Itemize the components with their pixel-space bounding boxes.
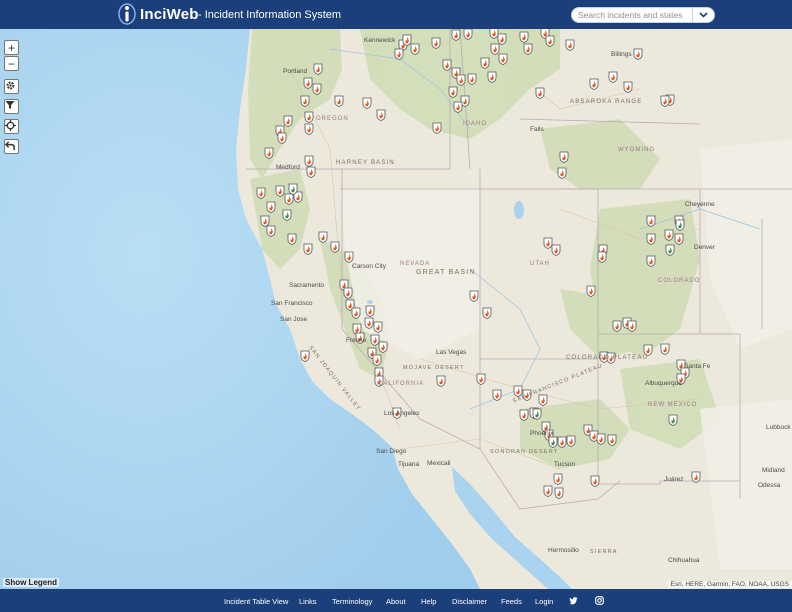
label-sierra: SIERRA xyxy=(590,549,618,555)
label-utah: UTAH xyxy=(530,261,550,267)
footer-link-incident-table[interactable]: Incident Table View xyxy=(224,597,288,606)
crosshair-icon xyxy=(5,120,16,131)
label-midland: Midland xyxy=(762,467,785,474)
label-chihuahua: Chihuahua xyxy=(668,557,700,564)
map-attribution: Esri, HERE, Garmin, FAO, NOAA, USGS xyxy=(667,581,792,588)
label-san-jose: San Jose xyxy=(280,316,308,323)
footer-link-terminology[interactable]: Terminology xyxy=(332,597,372,606)
label-medford: Medford xyxy=(276,164,300,171)
label-california: CALIFORNIA xyxy=(378,381,425,387)
minus-icon: − xyxy=(7,56,15,71)
label-sonoran-desert: SONORAN DESERT xyxy=(490,449,559,455)
reset-view-button[interactable] xyxy=(4,139,19,154)
search-dropdown-button[interactable] xyxy=(692,7,714,23)
label-kennewick: Kennewick xyxy=(364,37,396,44)
show-legend-button[interactable]: Show Legend xyxy=(3,578,59,587)
label-fresno: Fresno xyxy=(346,337,367,344)
label-tucson: Tucson xyxy=(554,461,576,468)
plus-icon: + xyxy=(7,40,15,55)
label-san-francisco: San Francisco xyxy=(271,300,313,307)
brand-tagline: - Incident Information System xyxy=(198,9,342,21)
label-tijuana: Tijuana xyxy=(398,461,420,468)
inciweb-logo-icon[interactable] xyxy=(118,3,136,25)
footer-link-about[interactable]: About xyxy=(386,597,406,606)
instagram-icon[interactable] xyxy=(595,596,604,605)
gear-icon xyxy=(6,81,15,90)
label-oregon: OREGON xyxy=(316,116,349,122)
label-colorado: COLORADO xyxy=(658,278,701,284)
search-box xyxy=(571,7,715,23)
filter-icon xyxy=(5,101,15,109)
label-colorado-plateau: COLORADO PLATEAU xyxy=(566,355,649,361)
label-denver: Denver xyxy=(694,244,715,251)
label-wyoming: WYOMING xyxy=(618,147,655,153)
label-las-vegas: Las Vegas xyxy=(436,349,467,356)
app-footer: Incident Table View Links Terminology Ab… xyxy=(0,589,792,612)
label-san-diego: San Diego xyxy=(376,448,407,455)
zoom-in-button[interactable]: + xyxy=(4,40,19,55)
search-input[interactable] xyxy=(572,8,690,22)
label-odessa: Odessa xyxy=(758,482,781,489)
label-mojave-desert: MOJAVE DESERT xyxy=(403,365,465,371)
footer-link-feeds[interactable]: Feeds xyxy=(501,597,522,606)
chevron-down-icon xyxy=(699,12,708,18)
twitter-icon[interactable] xyxy=(569,596,578,605)
brand-name[interactable]: InciWeb xyxy=(140,6,199,23)
footer-link-disclaimer[interactable]: Disclaimer xyxy=(452,597,487,606)
label-great-basin: GREAT BASIN xyxy=(416,269,476,276)
label-mexicali: Mexicali xyxy=(427,460,451,467)
footer-link-links[interactable]: Links xyxy=(299,597,317,606)
label-sacramento: Sacramento xyxy=(289,282,325,289)
label-cheyenne: Cheyenne xyxy=(685,201,715,208)
label-falls: Falls xyxy=(530,126,544,133)
label-lubbock: Lubbock xyxy=(766,424,791,431)
back-arrow-icon xyxy=(5,141,15,151)
incident-map[interactable]: Portland Kennewick Billings OREGON IDAHO… xyxy=(0,29,792,589)
label-idaho: IDAHO xyxy=(463,121,488,127)
label-santa-fe: Santa Fe xyxy=(684,363,711,370)
label-albuquerque: Albuquerque xyxy=(645,380,682,387)
label-los-angeles: Los Angeles xyxy=(384,410,420,417)
label-juarez: Juárez xyxy=(664,476,684,483)
zoom-out-button[interactable]: − xyxy=(4,56,19,71)
basemap xyxy=(0,29,792,589)
footer-link-login[interactable]: Login xyxy=(535,597,553,606)
app-header: InciWeb - Incident Information System xyxy=(0,0,792,29)
locate-button[interactable] xyxy=(4,119,19,134)
label-portland: Portland xyxy=(283,68,308,75)
label-carson-city: Carson City xyxy=(352,263,386,270)
label-harney-basin: HARNEY BASIN xyxy=(336,160,395,166)
filter-button[interactable] xyxy=(4,99,19,114)
settings-button[interactable] xyxy=(4,79,19,94)
label-billings: Billings xyxy=(611,51,632,58)
label-hermosillo: Hermosillo xyxy=(548,547,579,554)
label-nevada: NEVADA xyxy=(400,261,431,267)
label-phoenix: Phoenix xyxy=(530,430,554,437)
label-new-mexico: NEW MEXICO xyxy=(648,402,698,408)
footer-link-help[interactable]: Help xyxy=(421,597,436,606)
label-absaroka-range: ABSAROKA RANGE xyxy=(570,99,643,105)
